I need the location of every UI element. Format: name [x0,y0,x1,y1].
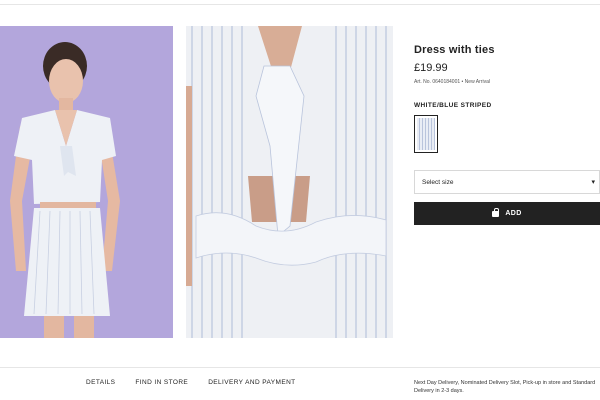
chevron-down-icon: ▾ [591,179,595,186]
header-divider [0,4,600,5]
color-label: WHITE/BLUE STRIPED [414,102,492,109]
tab-find-in-store[interactable]: FIND IN STORE [135,379,188,386]
detail-illustration [186,26,393,338]
product-image-detail[interactable] [186,26,393,338]
size-select[interactable]: Select size ▾ [414,170,600,194]
model-illustration [0,26,173,338]
size-select-label: Select size [422,178,454,186]
article-number: Art. No. 0640184001 • New Arrival [414,79,490,85]
product-info-panel: Dress with ties £19.99 Art. No. 06401840… [414,44,600,225]
tab-delivery-payment[interactable]: DELIVERY AND PAYMENT [208,379,295,386]
product-image-model[interactable] [0,26,173,338]
tab-details[interactable]: DETAILS [86,379,115,386]
product-title: Dress with ties [414,44,495,56]
add-button-label: ADD [505,210,522,217]
footer-divider [0,367,600,368]
color-swatch[interactable] [414,115,438,153]
delivery-info: Next Day Delivery, Nominated Delivery Sl… [414,380,596,394]
shopping-bag-icon [492,208,500,217]
add-to-bag-button[interactable]: ADD [414,202,600,225]
swatch-thumbnail [417,118,435,150]
info-tabs: DETAILS FIND IN STORE DELIVERY AND PAYME… [86,379,316,386]
product-price: £19.99 [414,62,448,74]
